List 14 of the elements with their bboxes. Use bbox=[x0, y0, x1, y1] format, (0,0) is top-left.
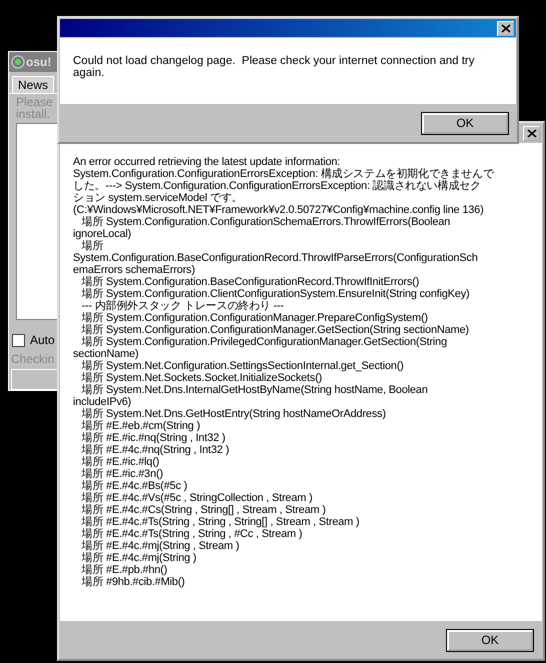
ok-button[interactable]: OK bbox=[447, 630, 533, 650]
close-button[interactable] bbox=[523, 126, 540, 140]
checkbox-label: Auto bbox=[30, 333, 55, 348]
close-icon bbox=[526, 128, 536, 138]
checkbox[interactable] bbox=[12, 334, 25, 347]
close-button[interactable] bbox=[497, 20, 514, 36]
error-details: An error occurred retrieving the latest update information: System.Configuration.ConfigurationErrorsException: 構成システムを初期化できませんで した。---> System.Configuration.ConfigurationErrorsException: 認識されない構成セク ション system.serviceModel です。 (C:¥Windows¥Microsoft.NET¥Framework¥v2.0.50727¥Config¥machine.config line 136) 場所 System.Configuration.ConfigurationSchemaErrors.ThrowIfErrors(Boolean ignoreLocal) 場所 System.Configuration.BaseConfigurationRecord.ThrowIfParseErrors(ConfigurationSch emaErrors schemaErrors) 場所 System.Configuration.BaseConfigurationRecord.ThrowIfInitErrors() 場所 System.Configuration.ClientConfigurationSystem.EnsureInit(String configKey) --- 内部例外スタック トレースの終わり --- 場所 System.Configuration.ConfigurationManager.PrepareConfigSystem() 場所 System.Configuration.ConfigurationManager.GetSection(String sectionName) 場所 System.Configuration.PrivilegedConfigurationManager.GetSection(String sectionName) 場所 System.Net.Configuration.SettingsSectionInternal.get_Section() 場所 System.Net.Sockets.Socket.InitializeSockets() 場所 System.Net.Dns.InternalGetHostByName(String hostName, Boolean includeIPv6) 場所 System.Net.Dns.GetHostEntry(String hostNameOrAddress) 場所 #E.#eb.#cm(String ) 場所 #E.#ic.#nq(String , Int32 ) 場所 #E.#4c.#nq(String , Int32 ) 場所 #E.#ic.#lq() 場所 #E.#ic.#3n() 場所 #E.#4c.#Bs(#5c ) 場所 #E.#4c.#Vs(#5c , StringCollection , Stream ) 場所 #E.#4c.#Cs(String , String[] , Stream , Stream ) 場所 #E.#4c.#Ts(String , String , String[] , Stream , Stream ) 場所 #E.#4c.#Ts(String , String , #Cc , Stream ) 場所 #E.#4c.#mj(String , Stream ) 場所 #E.#4c.#mj(String ) 場所 #E.#pb.#hn() 場所 #9hb.#cib.#Mib() bbox=[72, 155, 496, 588]
tab[interactable]: News bbox=[12, 76, 54, 93]
notice-text: Please install. bbox=[16, 96, 54, 120]
status-text: Checkin bbox=[10, 351, 56, 366]
ok-button[interactable]: OK bbox=[422, 112, 508, 134]
window-title: osu! bbox=[26, 54, 52, 69]
message-text: Could not load changelog page. Please check your internet connection and try again. bbox=[72, 54, 476, 79]
close-icon bbox=[500, 24, 510, 32]
